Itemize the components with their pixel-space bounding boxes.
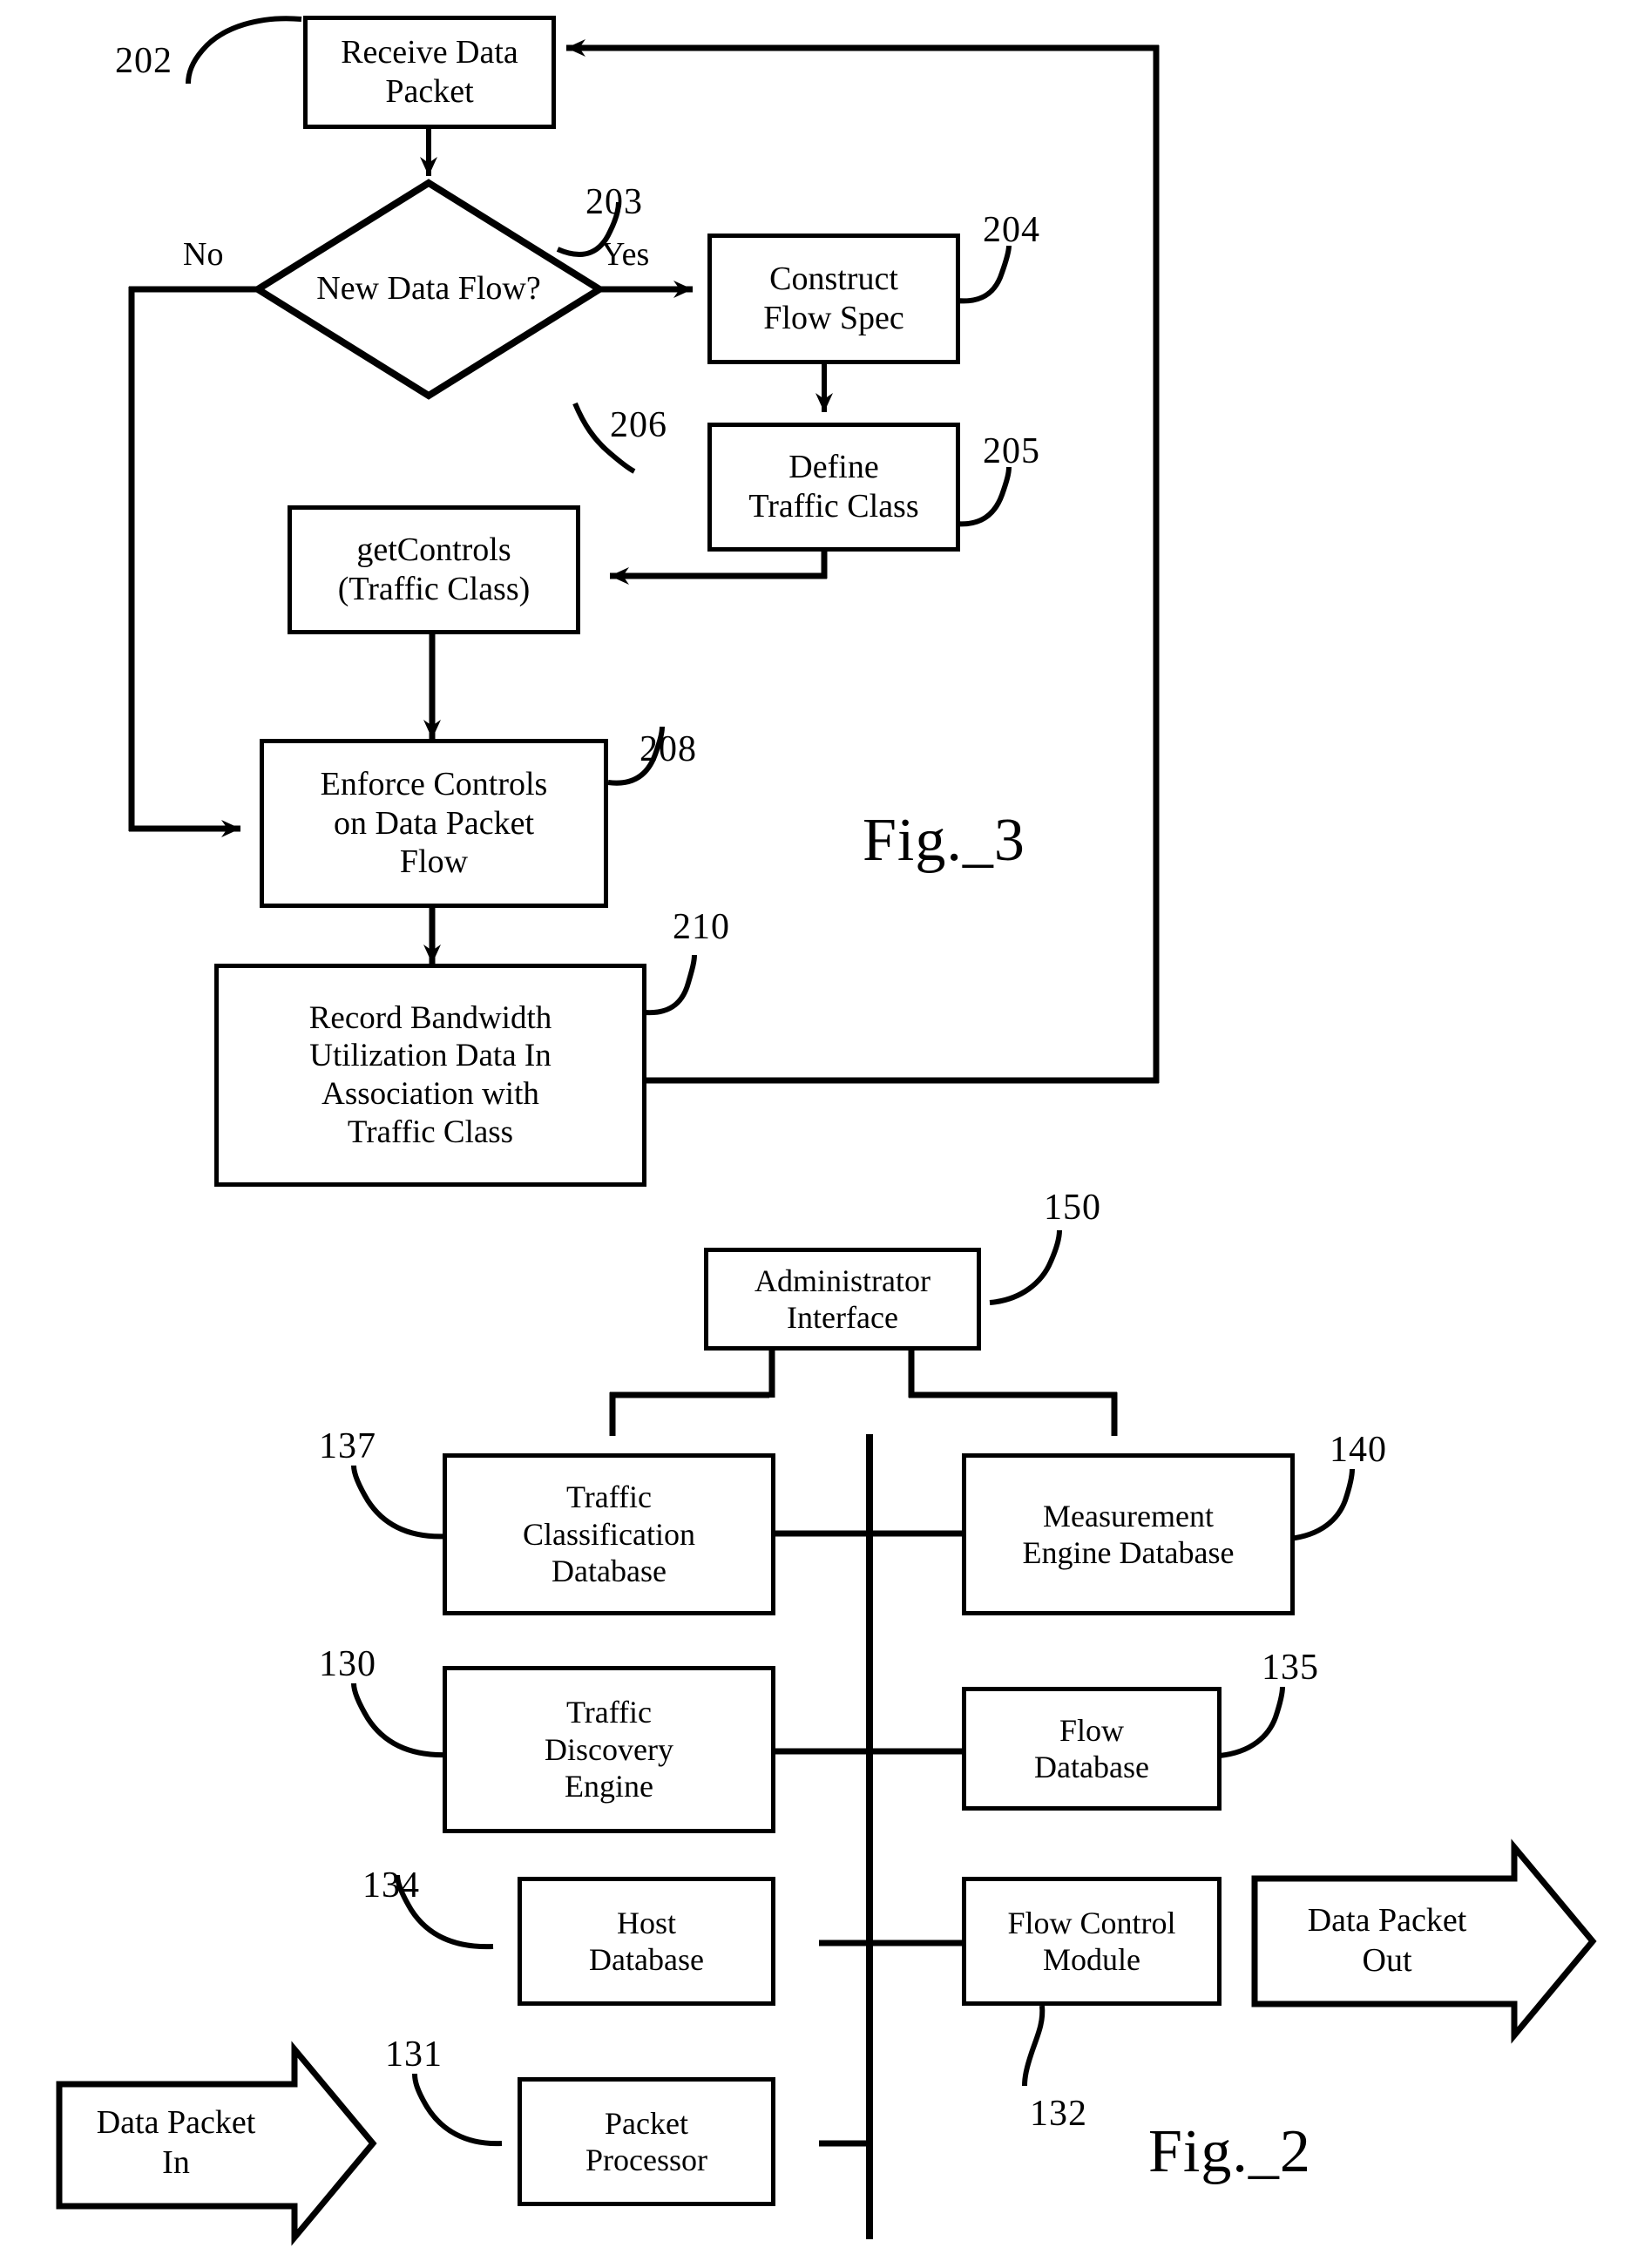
flow-node-line: Flow [399, 843, 469, 881]
block-line: Engine Database [1022, 1535, 1235, 1570]
flow-node-line: Receive Data [341, 34, 518, 71]
ref-numeral-131: 131 [385, 2034, 443, 2075]
block-measurement-engine-database[interactable]: Measurement Engine Database [962, 1453, 1295, 1615]
ref-numeral-134: 134 [362, 1865, 420, 1906]
flow-node-new-data-flow[interactable]: New Data Flow? [258, 183, 599, 396]
block-line: Host [616, 1905, 676, 1940]
flow-node-construct-flow-spec[interactable]: Construct Flow Spec [707, 234, 960, 364]
block-line: Traffic [566, 1695, 652, 1730]
flow-node-define-traffic-class[interactable]: Define Traffic Class [707, 423, 960, 552]
flow-node-line: Packet [385, 73, 474, 110]
block-line: Traffic [566, 1479, 652, 1515]
flow-node-line: getControls [356, 531, 511, 569]
flow-node-line: (Traffic Class) [337, 571, 531, 607]
flow-node-line: Construct [769, 261, 898, 298]
arrow-label-line: Out [1362, 1941, 1412, 1979]
ref-numeral-150: 150 [1044, 1188, 1101, 1228]
block-line: Classification [523, 1516, 695, 1552]
block-line: Packet [605, 2105, 688, 2141]
flow-node-get-controls[interactable]: getControls (Traffic Class) [288, 505, 580, 634]
flow-node-line: Traffic Class [347, 1114, 514, 1150]
ref-numeral-137: 137 [319, 1426, 376, 1466]
figure-label-fig3: Fig._3 [863, 807, 1025, 874]
branch-label-no: No [183, 236, 224, 273]
arrow-label-data-packet-out: Data Packet Out [1274, 1901, 1500, 1980]
block-line: Discovery [545, 1731, 673, 1767]
block-line: Database [552, 1554, 667, 1589]
block-flow-database[interactable]: Flow Database [962, 1687, 1222, 1811]
flow-node-line: on Data Packet [333, 804, 535, 842]
ref-numeral-130: 130 [319, 1644, 376, 1684]
flow-node-enforce-controls[interactable]: Enforce Controls on Data Packet Flow [260, 739, 608, 908]
block-line: Processor [585, 2143, 707, 2177]
block-line: Flow Control [1007, 1905, 1176, 1940]
flow-node-line: New Data [316, 270, 450, 308]
flow-node-line: Enforce Controls [320, 765, 548, 802]
ref-numeral-203: 203 [585, 182, 643, 222]
flow-node-line: Association with [321, 1076, 539, 1112]
flow-node-record-bandwidth[interactable]: Record Bandwidth Utilization Data In Ass… [214, 964, 646, 1187]
block-line: Database [589, 1942, 704, 1977]
ref-numeral-210: 210 [673, 907, 730, 947]
arrow-label-line: Data Packet [1307, 1902, 1467, 1939]
arrow-label-data-packet-in: Data Packet In [66, 2103, 286, 2183]
block-line: Interface [787, 1300, 898, 1335]
block-line: Measurement [1043, 1498, 1214, 1533]
block-packet-processor[interactable]: Packet Processor [518, 2077, 775, 2206]
block-host-database[interactable]: Host Database [518, 1877, 775, 2006]
ref-numeral-205: 205 [983, 431, 1040, 471]
figure-label-fig2: Fig._2 [1148, 2118, 1311, 2185]
block-line: Database [1034, 1750, 1149, 1784]
ref-numeral-135: 135 [1262, 1648, 1319, 1688]
flow-node-line: Record Bandwidth [308, 999, 552, 1036]
ref-numeral-206: 206 [610, 405, 667, 445]
branch-label-yes: Yes [601, 236, 650, 273]
flow-node-receive-data-packet[interactable]: Receive Data Packet [303, 16, 556, 129]
ref-numeral-132: 132 [1030, 2094, 1087, 2134]
block-traffic-discovery-engine[interactable]: Traffic Discovery Engine [443, 1666, 775, 1833]
ref-numeral-202: 202 [115, 41, 173, 81]
block-flow-control-module[interactable]: Flow Control Module [962, 1877, 1222, 2006]
patent-drawing-sheet: Receive Data Packet 202 New Data Flow? 2… [0, 0, 1631, 2268]
flow-node-line: Flow Spec [763, 300, 904, 336]
block-line: Administrator [755, 1263, 931, 1298]
flow-node-line: Traffic Class [748, 488, 919, 525]
ref-numeral-208: 208 [640, 729, 697, 769]
flow-node-line: Flow? [457, 270, 541, 308]
arrow-label-line: In [162, 2143, 190, 2181]
ref-numeral-204: 204 [983, 210, 1040, 250]
flow-node-line: Define [788, 449, 879, 486]
flow-node-line: Utilization Data In [309, 1038, 552, 1074]
block-line: Module [1043, 1942, 1140, 1977]
arrow-label-line: Data Packet [96, 2104, 256, 2141]
block-line: Flow [1059, 1712, 1125, 1748]
block-line: Engine [565, 1769, 653, 1804]
block-administrator-interface[interactable]: Administrator Interface [704, 1248, 981, 1351]
ref-numeral-140: 140 [1330, 1430, 1387, 1470]
block-traffic-classification-database[interactable]: Traffic Classification Database [443, 1453, 775, 1615]
